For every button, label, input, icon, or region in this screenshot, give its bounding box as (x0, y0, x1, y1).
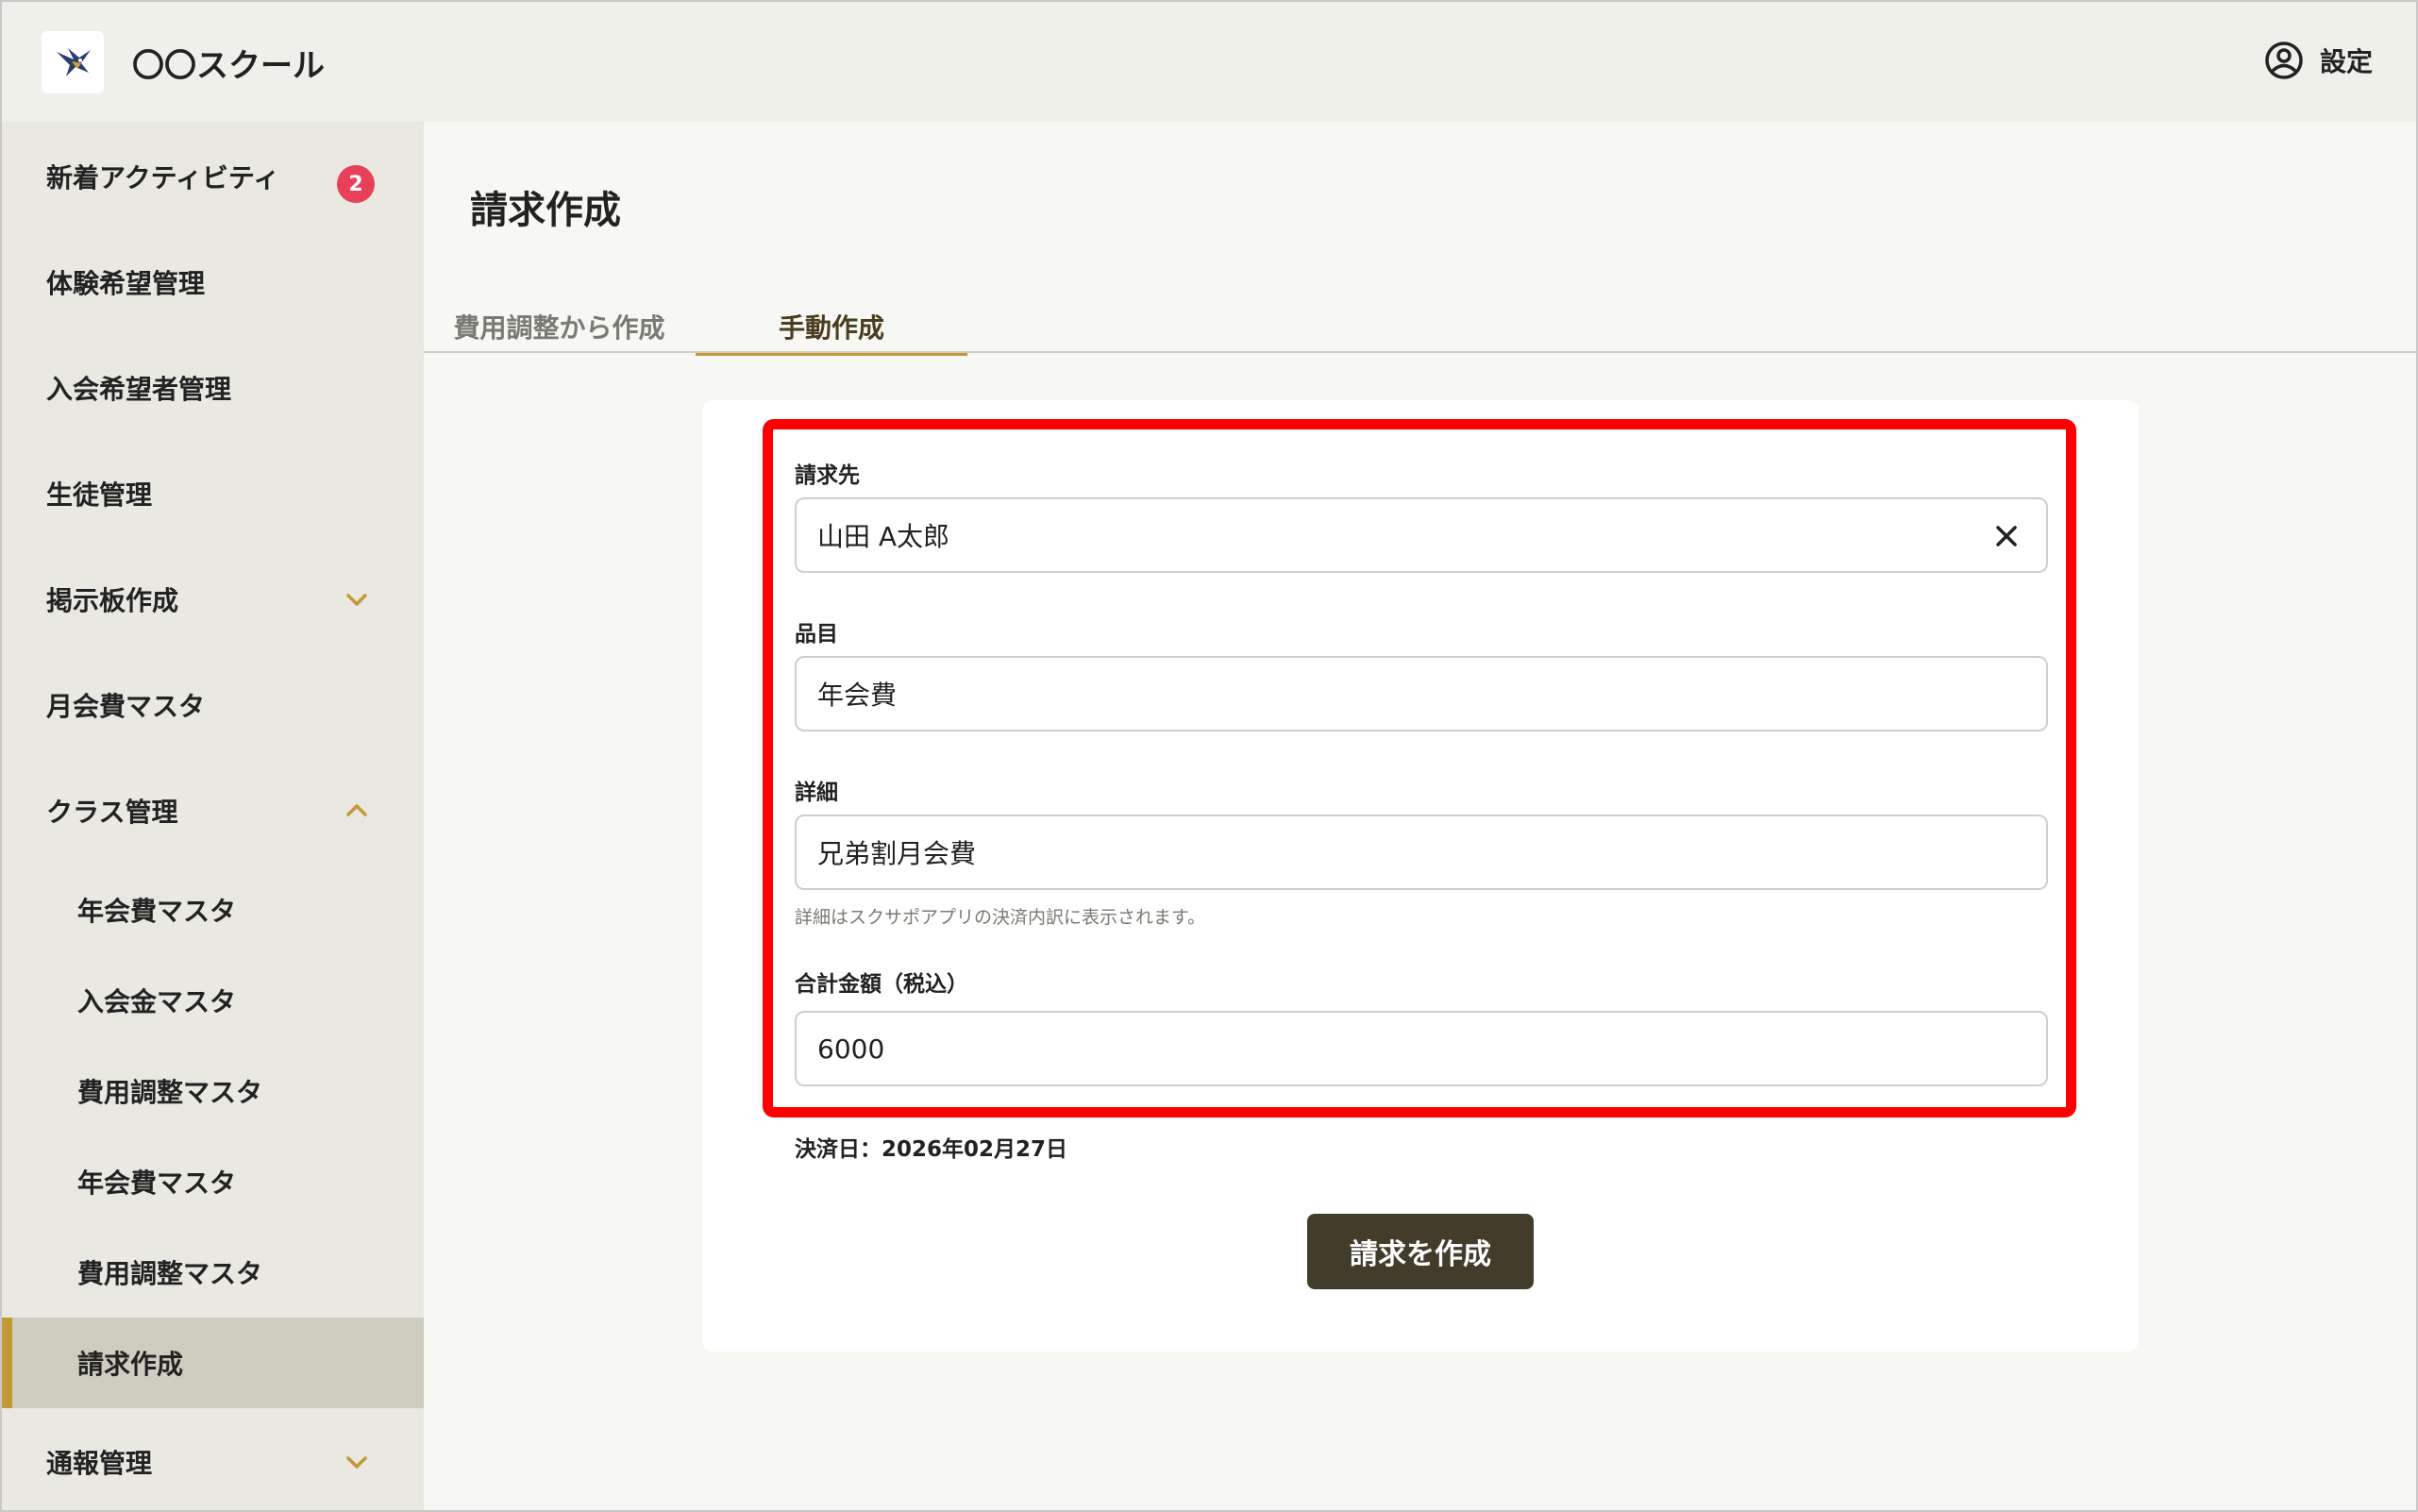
account-circle-icon (2265, 42, 2303, 79)
due-date-text: 決済日：2026年02月27日 (795, 1137, 1068, 1162)
detail-label: 詳細 (795, 781, 838, 805)
sidebar-item-students[interactable]: 生徒管理 (2, 448, 424, 539)
chevron-up-icon (346, 804, 367, 816)
sidebar-item-reports[interactable]: 通報管理 (2, 1417, 424, 1507)
sidebar-item-label: 通報管理 (46, 1448, 153, 1479)
sidebar-item-monthly-fee[interactable]: 月会費マスタ (2, 660, 424, 750)
item-input[interactable] (795, 656, 2048, 731)
tabs-divider (424, 351, 2416, 353)
tab-manual[interactable]: 手動作成 (696, 300, 967, 356)
tab-from-adjustment[interactable]: 費用調整から作成 (444, 300, 675, 353)
sidebar-item-label: 入会金マスタ (77, 986, 237, 1017)
create-invoice-button[interactable]: 請求を作成 (1307, 1214, 1534, 1289)
sidebar-item-label: 入会希望者管理 (46, 374, 232, 405)
amount-label: 合計金額（税込） (795, 972, 968, 997)
sidebar-item-applicants[interactable]: 入会希望者管理 (2, 343, 424, 433)
sidebar-item-label: 費用調整マスタ (77, 1077, 263, 1108)
close-icon (1996, 526, 2017, 546)
amount-input[interactable] (795, 1011, 2048, 1086)
bird-logo-icon (57, 48, 91, 76)
sidebar-item-label: 費用調整マスタ (77, 1258, 263, 1289)
recipient-label: 請求先 (795, 463, 860, 488)
sidebar-item-fee-adjust-2[interactable]: 費用調整マスタ (2, 1227, 424, 1318)
notification-badge: 2 (337, 165, 375, 203)
settings-label: 設定 (2319, 46, 2373, 77)
item-label: 品目 (795, 622, 838, 647)
sidebar: 新着アクティビティ 2 体験希望管理 入会希望者管理 生徒管理 掲示板作成 月会… (2, 122, 424, 1510)
sidebar-item-annual-fee[interactable]: 年会費マスタ (2, 865, 424, 955)
chevron-down-icon (346, 594, 367, 606)
clear-recipient-button[interactable] (1990, 519, 2023, 553)
sidebar-item-fee-adjust[interactable]: 費用調整マスタ (2, 1046, 424, 1136)
sidebar-item-activity[interactable]: 新着アクティビティ 2 (2, 131, 424, 222)
page-title: 請求作成 (470, 189, 621, 232)
school-logo[interactable] (42, 31, 104, 93)
sidebar-item-label: 生徒管理 (46, 479, 153, 511)
chevron-down-icon (346, 1456, 367, 1469)
detail-input[interactable] (795, 815, 2048, 890)
sidebar-item-trial[interactable]: 体験希望管理 (2, 237, 424, 328)
sidebar-item-label: 新着アクティビティ (46, 162, 280, 193)
sidebar-item-annual-fee-2[interactable]: 年会費マスタ (2, 1136, 424, 1227)
sidebar-item-label: 年会費マスタ (77, 1168, 237, 1199)
sidebar-item-class[interactable]: クラス管理 (2, 765, 424, 856)
recipient-input[interactable] (795, 497, 2048, 573)
sidebar-item-board[interactable]: 掲示板作成 (2, 554, 424, 645)
sidebar-item-label: 年会費マスタ (77, 896, 237, 927)
sidebar-item-label: 体験希望管理 (46, 268, 206, 299)
sidebar-item-invoice[interactable]: 請求作成 (2, 1318, 424, 1408)
sidebar-item-label: クラス管理 (46, 797, 178, 828)
sidebar-item-label: 請求作成 (77, 1349, 184, 1380)
app-title: 〇〇スクール (132, 47, 325, 85)
sidebar-item-label: 掲示板作成 (46, 585, 179, 616)
settings-button[interactable]: 設定 (2263, 40, 2373, 81)
app-header: 〇〇スクール 設定 (2, 2, 2416, 122)
sidebar-item-label: 月会費マスタ (46, 691, 206, 722)
sidebar-item-entry-fee[interactable]: 入会金マスタ (2, 955, 424, 1046)
detail-help-text: 詳細はスクサポアプリの決済内訳に表示されます。 (795, 907, 1206, 928)
